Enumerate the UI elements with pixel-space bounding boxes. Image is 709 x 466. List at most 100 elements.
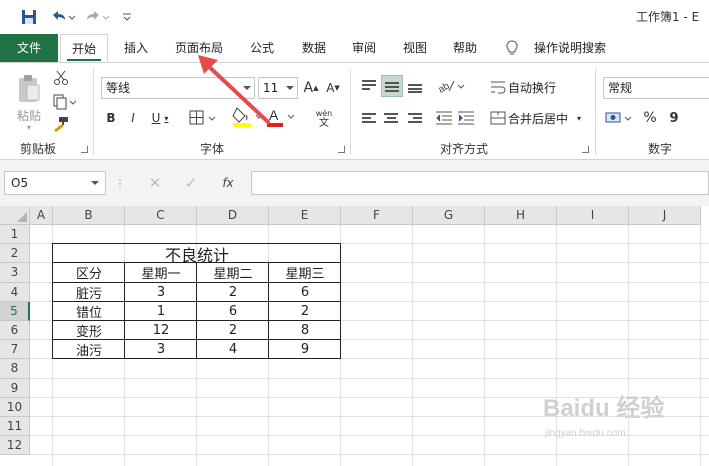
bold-icon[interactable]: B	[102, 108, 120, 128]
row-header-7[interactable]: 7	[0, 340, 30, 360]
separator	[595, 69, 596, 155]
row-header-4[interactable]: 4	[0, 282, 30, 302]
align-middle-icon[interactable]	[381, 75, 403, 97]
row-header-3[interactable]: 3	[0, 263, 30, 283]
orientation-icon[interactable]: ab	[436, 75, 466, 97]
align-bottom-icon[interactable]	[405, 75, 425, 97]
row-header-1[interactable]: 1	[0, 225, 30, 245]
column-header-d[interactable]: D	[197, 206, 269, 225]
row-header-2[interactable]: 2	[0, 244, 30, 264]
table-cell[interactable]: 2	[197, 283, 269, 302]
phonetic-guide-icon[interactable]: wén 文	[308, 107, 340, 131]
accounting-format-icon[interactable]	[604, 107, 636, 129]
row-header-9[interactable]: 9	[0, 378, 30, 398]
merge-center-icon[interactable]	[489, 108, 507, 128]
table-cell[interactable]: 6	[197, 302, 269, 321]
column-header-j[interactable]: J	[629, 206, 701, 225]
merge-center-label[interactable]: 合并后居中	[508, 110, 568, 127]
align-center-icon[interactable]	[381, 107, 401, 129]
tab-data[interactable]: 数据	[292, 34, 336, 62]
table-header-cell[interactable]: 星期一	[125, 263, 197, 282]
gridline-row	[30, 377, 709, 379]
table-cell[interactable]: 12	[125, 321, 197, 340]
paste-label[interactable]: 粘贴	[17, 107, 41, 124]
comma-style-icon[interactable]: 9	[664, 107, 684, 129]
row-header-5[interactable]: 5	[0, 301, 30, 321]
column-header-h[interactable]: H	[485, 206, 557, 225]
row-header-11[interactable]: 11	[0, 417, 30, 437]
paste-dropdown-icon[interactable]: ▾	[24, 123, 34, 132]
tab-view[interactable]: 视图	[393, 34, 437, 62]
save-icon[interactable]	[20, 8, 38, 26]
table-cell[interactable]: 3	[125, 283, 197, 302]
copy-icon[interactable]	[52, 93, 78, 111]
italic-icon[interactable]: I	[124, 108, 142, 128]
table-cell[interactable]: 4	[197, 340, 269, 359]
tab-home[interactable]: 开始	[60, 34, 108, 63]
table-cell[interactable]: 6	[269, 283, 341, 302]
table-cell[interactable]: 油污	[53, 340, 125, 359]
redo-icon[interactable]	[84, 8, 112, 26]
font-launcher-icon[interactable]	[338, 146, 345, 153]
paste-icon[interactable]	[14, 69, 44, 109]
shrink-font-icon[interactable]: A ▼	[324, 78, 342, 98]
align-right-icon[interactable]	[405, 107, 425, 129]
align-left-icon[interactable]	[359, 107, 379, 129]
table-cell[interactable]: 9	[269, 340, 341, 359]
format-painter-icon[interactable]	[52, 115, 70, 133]
table-cell[interactable]: 1	[125, 302, 197, 321]
column-header-a[interactable]: A	[30, 206, 53, 225]
column-header-e[interactable]: E	[269, 206, 341, 225]
percent-style-icon[interactable]: %	[640, 107, 660, 129]
table-cell[interactable]: 2	[269, 302, 341, 321]
cut-icon[interactable]	[52, 69, 70, 87]
clipboard-launcher-icon[interactable]	[81, 146, 88, 153]
name-box[interactable]: O5	[4, 171, 106, 195]
table-cell[interactable]: 3	[125, 340, 197, 359]
table-title[interactable]: 不良统计	[53, 244, 341, 265]
increase-indent-icon[interactable]	[456, 107, 476, 129]
tell-me-search[interactable]: 操作说明搜索	[528, 34, 612, 62]
row-header-6[interactable]: 6	[0, 321, 30, 341]
row-header-12[interactable]: 12	[0, 436, 30, 456]
table-header-cell[interactable]: 星期三	[269, 263, 341, 282]
formula-bar-grip-icon: ⋮	[114, 176, 126, 190]
wrap-text-label[interactable]: 自动换行	[508, 79, 556, 96]
table-cell[interactable]: 变形	[53, 321, 125, 340]
separator	[93, 69, 94, 155]
alignment-launcher-icon[interactable]	[582, 146, 589, 153]
table-cell[interactable]: 2	[197, 321, 269, 340]
column-header-g[interactable]: G	[413, 206, 485, 225]
column-header-i[interactable]: I	[557, 206, 629, 225]
column-header-b[interactable]: B	[53, 206, 125, 225]
table-header-cell[interactable]: 星期二	[197, 263, 269, 282]
align-top-icon[interactable]	[359, 75, 379, 97]
enter-icon[interactable]: ✓	[180, 173, 202, 193]
document-title: 工作簿1 - E	[636, 10, 700, 24]
merge-center-dropdown-icon[interactable]: ▾	[574, 112, 584, 124]
tab-file[interactable]: 文件	[0, 34, 58, 62]
row-header-8[interactable]: 8	[0, 359, 30, 379]
number-format-select[interactable]: 常规	[603, 77, 709, 99]
tab-review[interactable]: 审阅	[342, 34, 386, 62]
select-all-corner[interactable]	[0, 206, 30, 225]
formula-input[interactable]	[251, 171, 709, 195]
column-header-f[interactable]: F	[341, 206, 413, 225]
cancel-icon[interactable]: ✕	[144, 173, 166, 193]
table-header-cell[interactable]: 区分	[53, 263, 125, 282]
tab-insert[interactable]: 插入	[112, 34, 160, 62]
column-header-c[interactable]: C	[125, 206, 197, 225]
grow-font-icon[interactable]: A ▲	[302, 78, 320, 98]
table-cell[interactable]: 8	[269, 321, 341, 340]
insert-function-icon[interactable]: fx	[216, 173, 240, 193]
undo-icon[interactable]	[48, 8, 76, 26]
table-cell[interactable]: 脏污	[53, 283, 125, 302]
customize-qat-icon[interactable]	[120, 8, 134, 26]
tab-help[interactable]: 帮助	[443, 34, 487, 62]
row-header-10[interactable]: 10	[0, 397, 30, 417]
decrease-indent-icon[interactable]	[434, 107, 454, 129]
gridline-col	[412, 225, 413, 466]
table-cell[interactable]: 错位	[53, 302, 125, 321]
underline-icon[interactable]: U ▾	[146, 108, 174, 128]
wrap-text-icon[interactable]	[489, 77, 507, 97]
